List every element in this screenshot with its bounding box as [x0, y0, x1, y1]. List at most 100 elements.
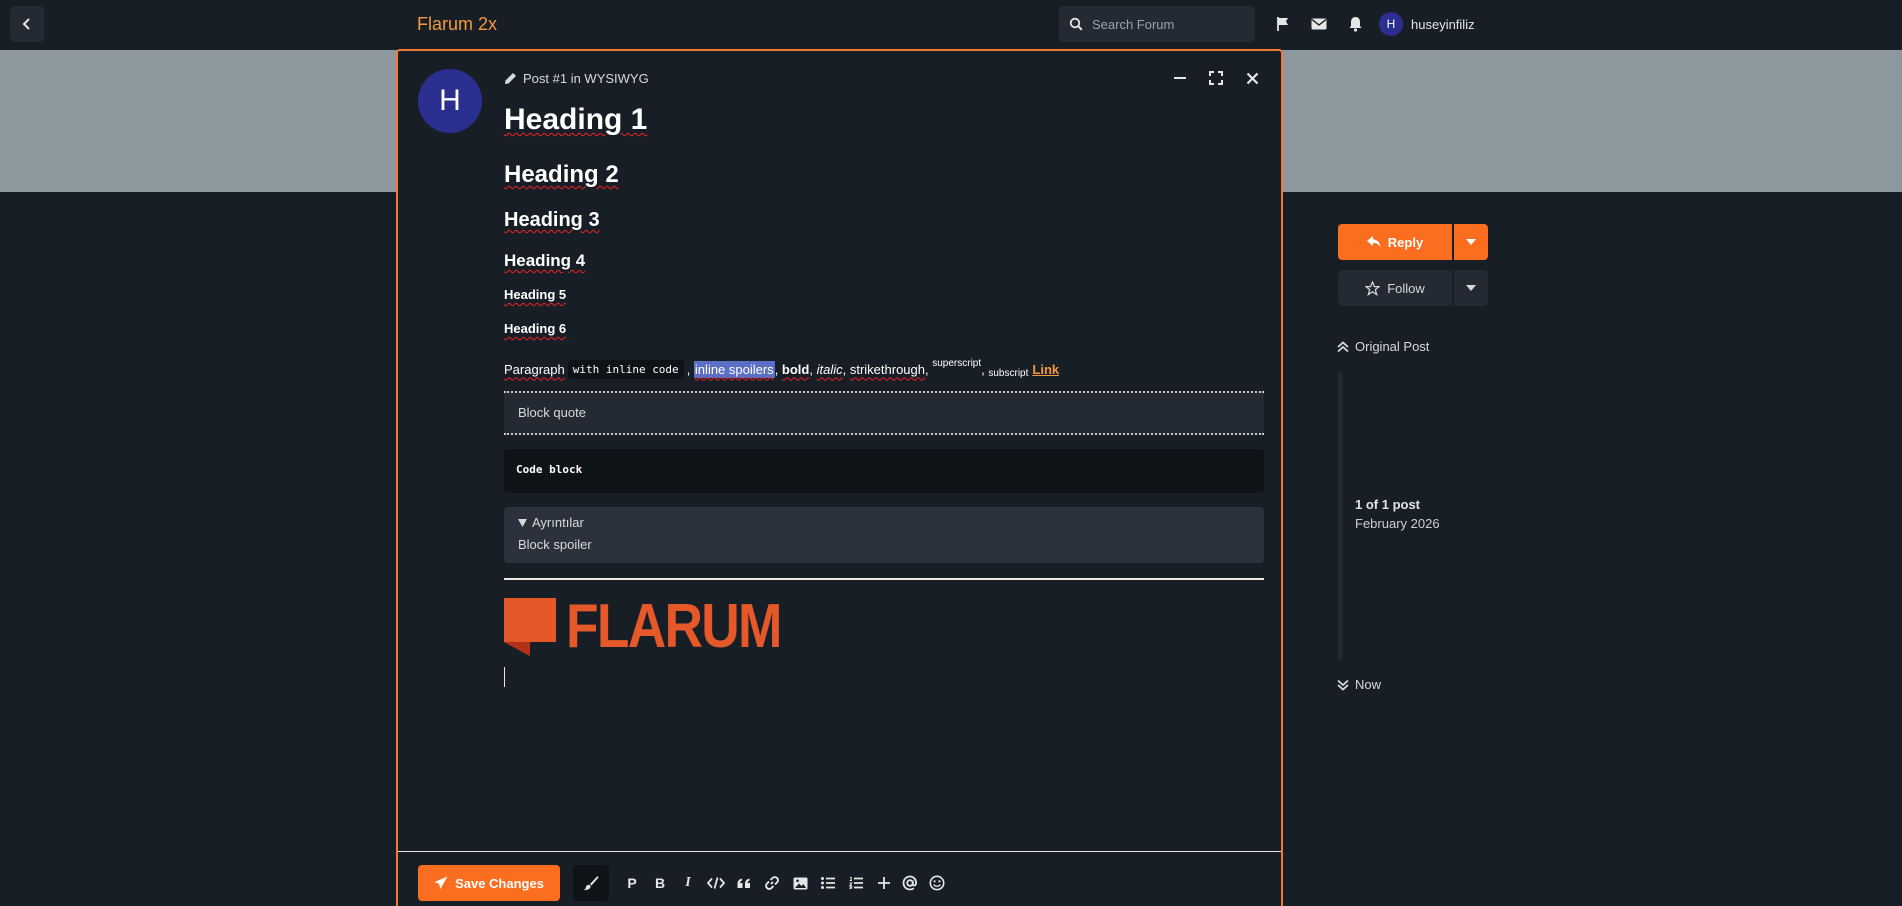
- heading-6: Heading 6: [504, 321, 567, 336]
- flarum-logo-mark: [504, 598, 556, 656]
- bullet-list-icon: [821, 877, 835, 889]
- inline-code: with inline code: [567, 359, 684, 379]
- heading-2: Heading 2: [504, 161, 619, 188]
- text-style-button[interactable]: [573, 865, 609, 901]
- star-icon: [1365, 280, 1381, 296]
- top-header: Flarum 2x H huseyinfiliz: [0, 0, 1902, 50]
- bold-icon: B: [654, 875, 666, 891]
- triangle-down-icon: [518, 518, 527, 527]
- reply-button-group: Reply: [1338, 224, 1488, 260]
- now-label: Now: [1355, 677, 1382, 692]
- reply-button[interactable]: Reply: [1338, 224, 1452, 260]
- forum-title[interactable]: Flarum 2x: [417, 14, 497, 35]
- reply-icon: [1366, 236, 1381, 248]
- caret-down-icon: [1466, 285, 1476, 291]
- expand-icon: [1209, 71, 1223, 85]
- follow-button-group: Follow: [1338, 270, 1488, 306]
- double-chevron-up-icon: [1337, 340, 1349, 352]
- flarum-logo-wordmark: FLARUM: [566, 592, 782, 661]
- editor-content[interactable]: Heading 1 Heading 2 Heading 3 Heading 4 …: [504, 101, 1264, 687]
- strikethrough-text: strikethrough: [849, 361, 925, 377]
- mention-button[interactable]: [898, 871, 922, 895]
- heading-5: Heading 5: [504, 287, 567, 302]
- scrubber-track[interactable]: [1338, 372, 1343, 660]
- composer-controls: [1169, 67, 1263, 89]
- details-body: Block spoiler: [518, 537, 592, 552]
- post-count: 1 of 1 post: [1355, 497, 1421, 512]
- emoji-button[interactable]: [925, 871, 949, 895]
- image-icon: [793, 877, 807, 889]
- text-cursor: [504, 667, 505, 687]
- paragraph-link[interactable]: Link: [1032, 362, 1059, 377]
- paragraph-icon: P: [627, 875, 637, 891]
- original-post-label: Original Post: [1355, 339, 1430, 354]
- quote-icon: [737, 878, 750, 888]
- flags-button[interactable]: [1272, 13, 1294, 35]
- envelope-icon: [1311, 18, 1327, 30]
- heading-4: Heading 4: [504, 251, 586, 270]
- follow-label: Follow: [1387, 280, 1425, 296]
- double-chevron-down-icon: [1337, 679, 1349, 691]
- paragraph: Paragraph with inline code, inline spoil…: [504, 357, 1060, 379]
- italic-icon: I: [685, 875, 691, 890]
- code-icon: [707, 877, 725, 889]
- composer-title-text: Post #1 in WYSIWYG: [523, 71, 649, 86]
- fullscreen-button[interactable]: [1205, 67, 1227, 89]
- back-button[interactable]: [10, 6, 44, 42]
- follow-button[interactable]: Follow: [1338, 270, 1452, 306]
- italic-button[interactable]: I: [676, 871, 700, 895]
- numbered-list-button[interactable]: [844, 871, 868, 895]
- subscript-text: subscript: [988, 367, 1029, 379]
- bold-button[interactable]: B: [648, 871, 672, 895]
- composer-avatar: H: [418, 69, 482, 133]
- image-button[interactable]: [788, 871, 812, 895]
- bullet-list-button[interactable]: [816, 871, 840, 895]
- save-changes-button[interactable]: Save Changes: [418, 865, 560, 901]
- paragraph-text: Paragraph: [504, 361, 565, 377]
- notifications-button[interactable]: [1344, 13, 1366, 35]
- paragraph-button[interactable]: P: [620, 871, 644, 895]
- follow-dropdown-button[interactable]: [1454, 270, 1488, 306]
- username: huseyinfiliz: [1411, 16, 1475, 32]
- caret-down-icon: [1466, 239, 1476, 245]
- avatar: H: [1379, 12, 1403, 36]
- inline-spoiler[interactable]: inline spoilers: [693, 360, 775, 378]
- scrubber-first-link[interactable]: Original Post: [1337, 339, 1429, 354]
- scrubber-last-link[interactable]: Now: [1337, 677, 1381, 692]
- flarum-logo-image: FLARUM: [504, 596, 1264, 658]
- blockquote: Block quote: [504, 391, 1264, 435]
- close-button[interactable]: [1241, 67, 1263, 89]
- messages-button[interactable]: [1308, 13, 1330, 35]
- more-button[interactable]: [872, 871, 896, 895]
- heading-3: Heading 3: [504, 209, 600, 231]
- quote-button[interactable]: [732, 871, 756, 895]
- search-box[interactable]: [1059, 6, 1255, 42]
- scrubber-position: 1 of 1 post February 2026: [1355, 497, 1440, 531]
- heading-1: Heading 1: [504, 103, 648, 136]
- horizontal-rule: [504, 578, 1264, 580]
- flag-icon: [1277, 17, 1288, 31]
- paper-plane-icon: [434, 876, 448, 889]
- user-menu[interactable]: H huseyinfiliz: [1379, 12, 1475, 36]
- composer: H Post #1 in WYSIWYG Heading 1 Heading 2…: [396, 49, 1283, 906]
- link-icon: [765, 876, 779, 890]
- details-summary-label: Ayrıntılar: [532, 515, 584, 530]
- minimize-button[interactable]: [1169, 67, 1191, 89]
- search-icon: [1069, 17, 1083, 31]
- code-block: Code block: [504, 449, 1264, 493]
- details-summary[interactable]: Ayrıntılar: [518, 515, 1250, 530]
- italic-text: italic: [816, 361, 843, 377]
- superscript-text: superscript: [932, 357, 982, 369]
- code-button[interactable]: [704, 871, 728, 895]
- reply-dropdown-button[interactable]: [1454, 224, 1488, 260]
- composer-footer: Save Changes P B I: [398, 851, 1281, 906]
- link-button[interactable]: [760, 871, 784, 895]
- plus-icon: [878, 877, 890, 889]
- mention-icon: [902, 875, 917, 891]
- numbered-list-icon: [849, 877, 863, 889]
- post-date: February 2026: [1355, 516, 1440, 531]
- search-input[interactable]: [1092, 16, 1242, 32]
- composer-title: Post #1 in WYSIWYG: [504, 71, 649, 86]
- close-icon: [1246, 72, 1258, 84]
- save-label: Save Changes: [455, 875, 544, 891]
